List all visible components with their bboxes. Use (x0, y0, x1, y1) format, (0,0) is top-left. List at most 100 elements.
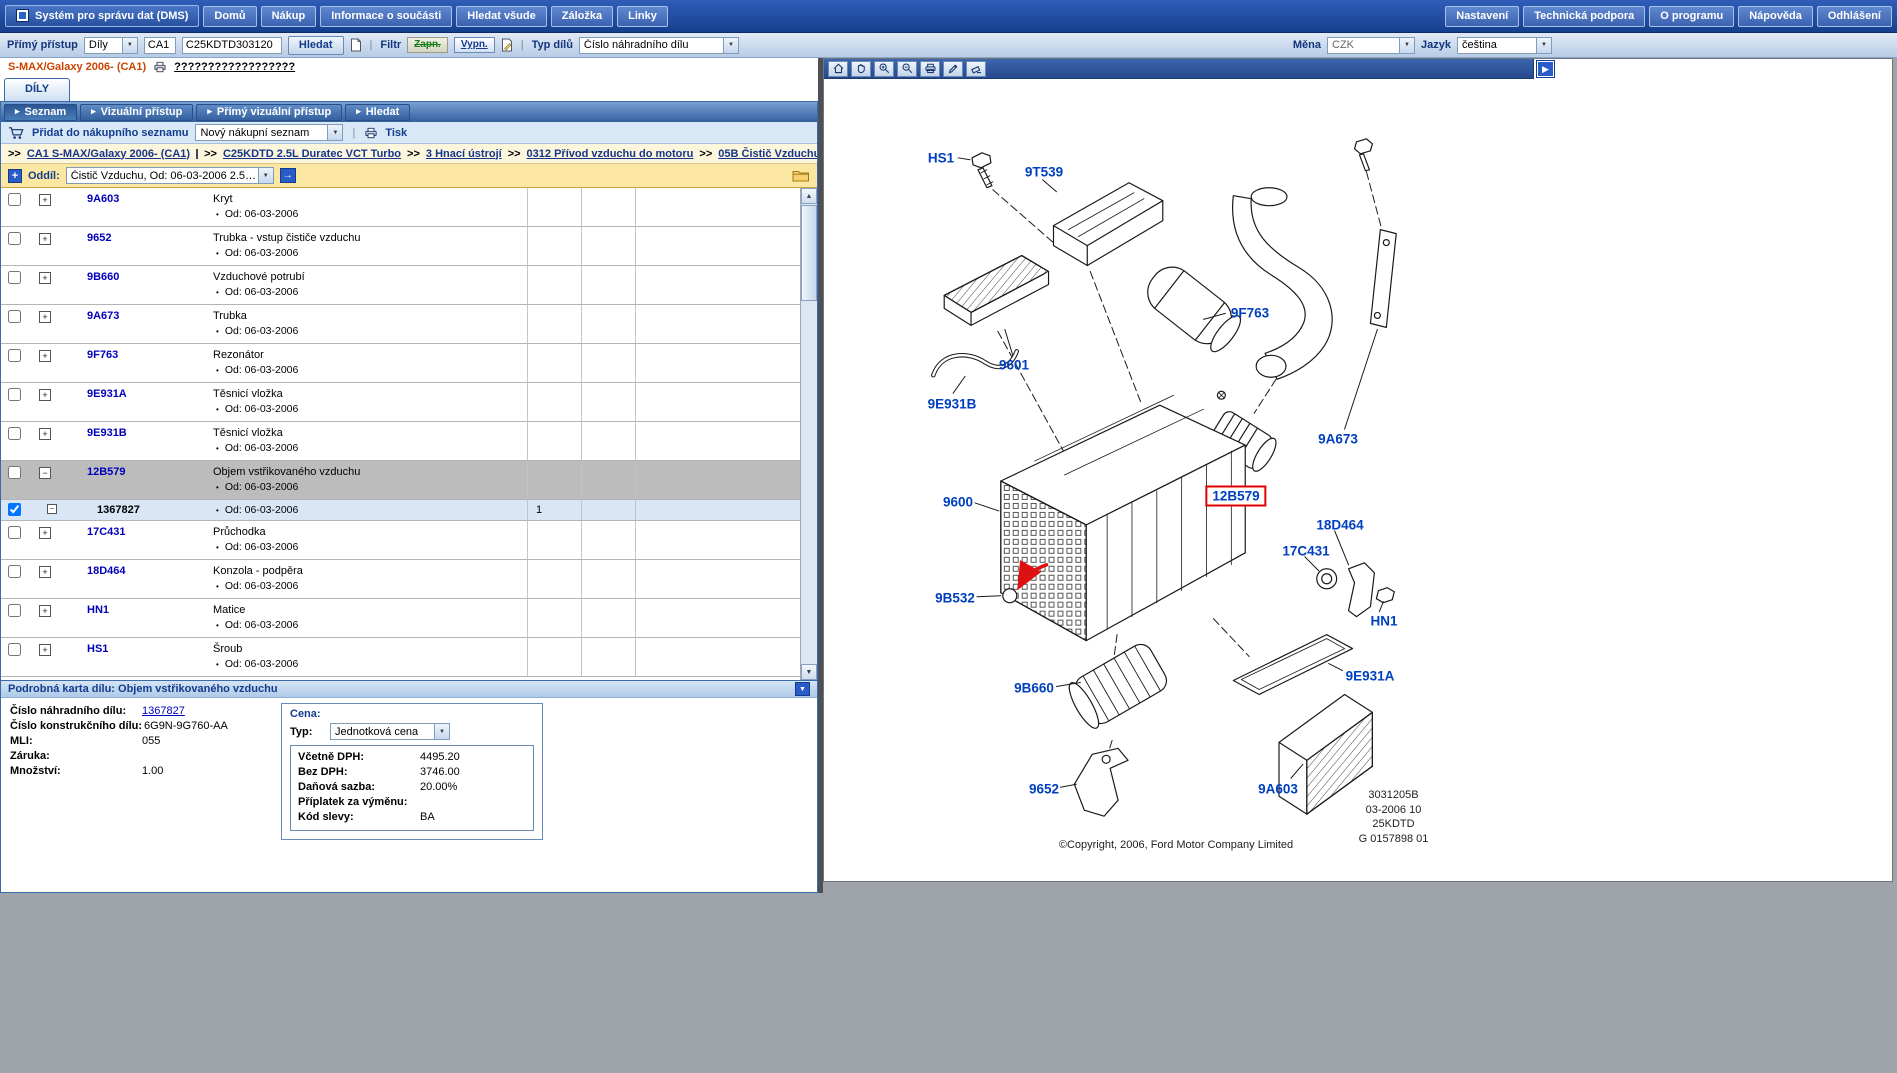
scroll-down-button[interactable]: ▼ (801, 664, 817, 680)
scroll-up-button[interactable]: ▲ (801, 188, 817, 204)
price-type-select[interactable]: Jednotková cena▼ (330, 723, 450, 740)
table-row[interactable]: +9E931BTěsnicí vložka•Od: 06-03-2006 (1, 422, 800, 461)
filter-on-button[interactable]: Zapn. (407, 37, 448, 53)
expand-toggle[interactable]: + (39, 644, 51, 656)
home-button[interactable] (828, 61, 848, 77)
diagram-label-18d464[interactable]: 18D464 (1316, 518, 1363, 533)
row-checkbox[interactable] (8, 349, 21, 362)
nav-n-kup[interactable]: Nákup (261, 6, 317, 27)
row-checkbox[interactable] (8, 271, 21, 284)
diagram-label-9601[interactable]: 9601 (999, 358, 1029, 373)
table-row[interactable]: +9E931ATěsnicí vložka•Od: 06-03-2006 (1, 383, 800, 422)
document-icon[interactable] (350, 38, 362, 52)
expand-all-icon[interactable]: + (8, 169, 22, 183)
add-to-shopping-list-label[interactable]: Přidat do nákupního seznamu (32, 127, 188, 139)
section-select[interactable]: Čistič Vzduchu, Od: 06-03-2006 2.5L Dura… (66, 167, 274, 184)
row-checkbox[interactable] (8, 193, 21, 206)
diagram-label-hs1[interactable]: HS1 (928, 151, 954, 166)
printer-icon[interactable] (364, 127, 378, 139)
direct-access-select[interactable]: Díly▼ (84, 37, 138, 54)
nav-z-lo-ka[interactable]: Záložka (551, 6, 613, 27)
annotate-button[interactable] (943, 61, 963, 77)
language-select[interactable]: čeština▼ (1457, 37, 1552, 54)
tab-dily[interactable]: DÍLY (4, 78, 70, 101)
breadcrumb-link-2[interactable]: C25KDTD 2.5L Duratec VCT Turbo (223, 148, 401, 160)
expand-toggle[interactable]: + (39, 428, 51, 440)
table-row[interactable]: +9A673Trubka•Od: 06-03-2006 (1, 305, 800, 344)
print-icon[interactable] (153, 61, 167, 73)
breadcrumb-link-3[interactable]: 3 Hnací ústrojí (426, 148, 502, 160)
expand-toggle[interactable]: + (39, 350, 51, 362)
part-number[interactable]: 9B660 (59, 266, 119, 283)
hand-button[interactable] (851, 61, 871, 77)
table-row[interactable]: +18D464Konzola - podpěra•Od: 06-03-2006 (1, 560, 800, 599)
table-row[interactable]: +9A603Kryt•Od: 06-03-2006 (1, 188, 800, 227)
nav-odhl-en[interactable]: Odhlášení (1817, 6, 1892, 27)
expand-toggle[interactable]: + (39, 194, 51, 206)
nav-dom[interactable]: Domů (203, 6, 256, 27)
expand-toggle[interactable]: + (39, 566, 51, 578)
row-checkbox[interactable] (8, 310, 21, 323)
print-button[interactable] (920, 61, 940, 77)
expand-toggle[interactable]: + (39, 389, 51, 401)
row-checkbox[interactable] (8, 565, 21, 578)
diagram-label-9652[interactable]: 9652 (1029, 782, 1059, 797)
diagram-label-9t539[interactable]: 9T539 (1025, 165, 1063, 180)
nav-n-pov-da[interactable]: Nápověda (1738, 6, 1813, 27)
go-to-section-button[interactable]: → (280, 168, 296, 183)
diagram-label-9600[interactable]: 9600 (943, 495, 973, 510)
diagram-label-9f763[interactable]: 9F763 (1231, 306, 1269, 321)
diagram-label-9b532[interactable]: 9B532 (935, 591, 975, 606)
table-row[interactable]: +HN1Matice•Od: 06-03-2006 (1, 599, 800, 638)
next-page-button[interactable]: ▶ (1537, 61, 1554, 77)
view-vizu-ln-p-stup[interactable]: ▸Vizuální přístup (80, 104, 193, 121)
diagram-label-hn1[interactable]: HN1 (1370, 614, 1397, 629)
view-hledat[interactable]: ▸Hledat (345, 104, 410, 121)
part-number[interactable]: 9A603 (59, 188, 119, 205)
nav-linky[interactable]: Linky (617, 6, 668, 27)
shopping-list-select[interactable]: Nový nákupní seznam▼ (195, 124, 343, 141)
expand-toggle[interactable]: − (39, 467, 51, 479)
nav-technick-podpora[interactable]: Technická podpora (1523, 6, 1645, 27)
expand-toggle[interactable]: − (47, 504, 57, 514)
diagram-label-9a673[interactable]: 9A673 (1318, 432, 1358, 447)
view-seznam[interactable]: ▸Seznam (4, 104, 77, 121)
diagram-canvas[interactable]: HS19T5399F76396019E931B9A673960012B57918… (824, 80, 1892, 881)
diagram-label-9e931a[interactable]: 9E931A (1346, 669, 1395, 684)
catalog-code-input[interactable] (144, 37, 176, 54)
table-row[interactable]: +9F763Rezonátor•Od: 06-03-2006 (1, 344, 800, 383)
expand-toggle[interactable]: + (39, 311, 51, 323)
part-number[interactable]: HS1 (59, 638, 108, 655)
diagram-label-17c431[interactable]: 17C431 (1282, 544, 1329, 559)
table-row-child[interactable]: −1367827•Od: 06-03-20061 (1, 500, 800, 521)
edit-page-icon[interactable] (501, 38, 513, 52)
view-p-m-vizu-ln-p-stup[interactable]: ▸Přímý vizuální přístup (196, 104, 342, 121)
expand-toggle[interactable]: + (39, 527, 51, 539)
currency-select[interactable]: CZK▼ (1327, 37, 1415, 54)
print-label[interactable]: Tisk (385, 127, 407, 139)
nav-informace-o-sou-sti[interactable]: Informace o součásti (320, 6, 452, 27)
diagram-label-9a603[interactable]: 9A603 (1258, 782, 1298, 797)
part-number[interactable]: 9E931A (59, 383, 127, 400)
table-row[interactable]: +9B660Vzduchové potrubí•Od: 06-03-2006 (1, 266, 800, 305)
part-number[interactable]: 9F763 (59, 344, 118, 361)
folder-icon[interactable] (792, 169, 810, 182)
part-number[interactable]: 12B579 (59, 461, 126, 478)
breadcrumb-link-4[interactable]: 0312 Přívod vzduchu do motoru (527, 148, 694, 160)
detail-field-value[interactable]: 1367827 (142, 705, 185, 717)
table-row[interactable]: −12B579Objem vstřikovaného vzduchu•Od: 0… (1, 461, 800, 500)
scroll-thumb[interactable] (801, 205, 817, 301)
row-checkbox[interactable] (8, 232, 21, 245)
scroll-track[interactable] (801, 204, 817, 664)
collapse-detail-button[interactable]: ▼ (795, 682, 810, 696)
nav-nastaven[interactable]: Nastavení (1445, 6, 1519, 27)
table-row[interactable]: +9652Trubka - vstup čističe vzduchu•Od: … (1, 227, 800, 266)
nav-hledat-v-ude[interactable]: Hledat všude (456, 6, 546, 27)
expand-toggle[interactable]: + (39, 233, 51, 245)
part-number[interactable]: 17C431 (59, 521, 126, 538)
filter-off-button[interactable]: Vypn. (454, 37, 495, 53)
vehicle-placeholder-link[interactable]: ?????????????????? (174, 61, 295, 73)
part-number[interactable]: 9652 (59, 227, 111, 244)
diagram-label-12b579[interactable]: 12B579 (1205, 486, 1266, 507)
nav-o-programu[interactable]: O programu (1649, 6, 1734, 27)
